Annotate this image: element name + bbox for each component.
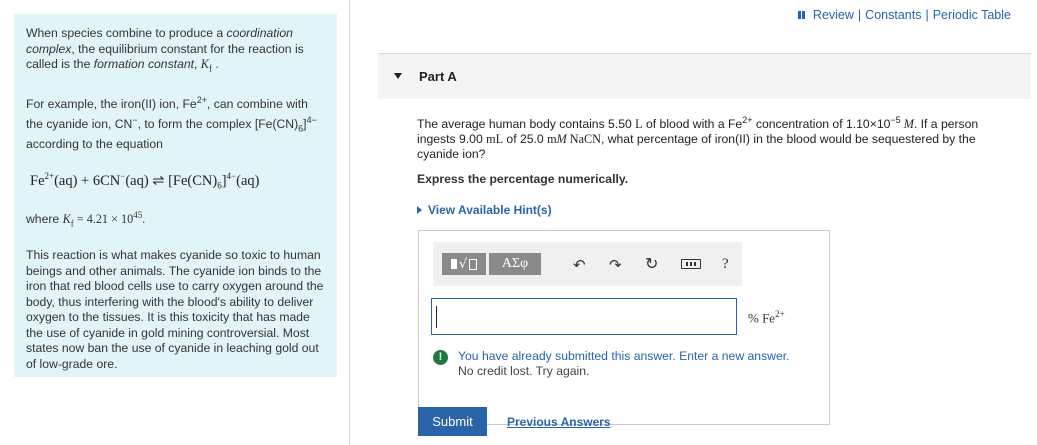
collapse-triangle-icon[interactable] — [394, 73, 402, 79]
separator: | — [925, 8, 929, 22]
math-toolbar: √ ΑΣφ ↶ ↷ ↻ ? — [433, 242, 742, 286]
question-text: The average human body contains 5.50 L o… — [417, 115, 979, 162]
help-icon[interactable]: ? — [722, 256, 729, 273]
answer-units: % Fe2+ — [748, 309, 785, 326]
example-paragraph: For example, the iron(II) ion, Fe2+, can… — [26, 93, 325, 152]
text: . — [211, 57, 219, 71]
previous-answers-link[interactable]: Previous Answers — [507, 415, 611, 429]
instruction: Express the percentage numerically. — [417, 172, 629, 186]
constants-link[interactable]: Constants — [865, 8, 921, 22]
superscript: 2+ — [196, 94, 207, 105]
hints-label: View Available Hint(s) — [428, 203, 552, 217]
feedback-message: ! You have already submitted this answer… — [433, 349, 790, 379]
answer-input[interactable] — [431, 298, 737, 335]
toxicity-paragraph: This reaction is what makes cyanide so t… — [26, 248, 324, 371]
text: according to the equation — [26, 136, 163, 151]
redo-icon[interactable]: ↷ — [609, 256, 622, 274]
greek-symbols-button[interactable]: ΑΣφ — [489, 253, 541, 275]
feedback-line-1: You have already submitted this answer. … — [458, 349, 790, 363]
text: , to form the complex [Fe(CN) — [137, 116, 299, 131]
radical-icon: √ — [458, 256, 468, 272]
expand-triangle-icon — [417, 206, 422, 214]
submit-button[interactable]: Submit — [418, 407, 487, 436]
term-formation-constant: formation constant — [93, 57, 195, 71]
column-divider — [349, 0, 350, 445]
feedback-line-2: No credit lost. Try again. — [458, 364, 590, 378]
intro-paragraph: When species combine to produce a coordi… — [26, 26, 325, 77]
separator: | — [857, 8, 862, 22]
superscript: 4− — [306, 114, 317, 125]
part-a-header[interactable]: Part A — [378, 54, 1031, 99]
text: When species combine to produce a — [26, 26, 227, 40]
intro-panel: When species combine to produce a coordi… — [14, 14, 337, 377]
text: For example, the iron(II) ion, Fe — [26, 97, 197, 111]
part-title: Part A — [419, 69, 457, 84]
review-icon — [797, 11, 805, 19]
box-icon — [469, 258, 478, 270]
periodic-table-link[interactable]: Periodic Table — [933, 8, 1011, 22]
formation-equation: Fe2+(aq) + 6CN−(aq) ⇌ [Fe(CN)6]4−(aq) — [30, 171, 260, 191]
keyboard-icon[interactable] — [681, 259, 701, 269]
view-hints-link[interactable]: View Available Hint(s) — [417, 203, 552, 217]
kf-value: where Kf = 4.21 × 1045. — [26, 210, 146, 229]
text: , — [194, 57, 201, 71]
answer-box: √ ΑΣφ ↶ ↷ ↻ ? % Fe2+ ! You have already … — [418, 230, 830, 425]
review-link[interactable]: Review — [813, 8, 854, 22]
kf-symbol: Kf — [200, 57, 212, 74]
alert-icon: ! — [433, 350, 448, 365]
reset-icon[interactable]: ↻ — [645, 254, 658, 274]
template-block-icon — [450, 259, 457, 269]
resource-links: Review | Constants | Periodic Table — [797, 8, 1011, 22]
templates-button[interactable]: √ — [442, 253, 486, 275]
undo-icon[interactable]: ↶ — [573, 256, 586, 274]
text-cursor — [436, 306, 437, 328]
